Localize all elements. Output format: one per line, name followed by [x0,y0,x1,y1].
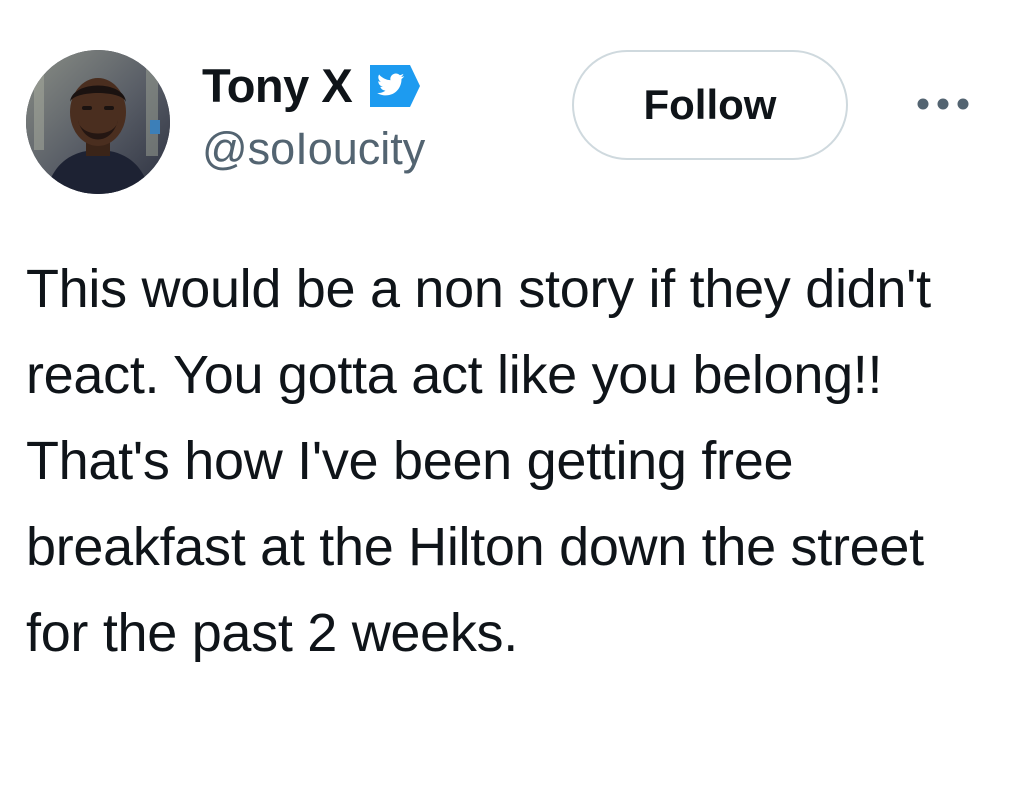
tweet-card: Tony X @soIoucity Follow This would be a… [0,0,1019,795]
tweet-text: This would be a non story if they didn't… [26,259,946,663]
follow-button[interactable]: Follow [572,50,848,160]
profile-photo-icon [26,50,170,194]
more-dots-icon [917,98,969,110]
avatar[interactable] [26,50,170,194]
author-info: Tony X @soIoucity [202,58,426,178]
more-button[interactable] [908,82,978,126]
display-name[interactable]: Tony X [202,58,353,114]
verified-badge-icon[interactable] [364,61,426,111]
user-handle[interactable]: @soIoucity [202,120,426,178]
name-row: Tony X [202,58,426,114]
